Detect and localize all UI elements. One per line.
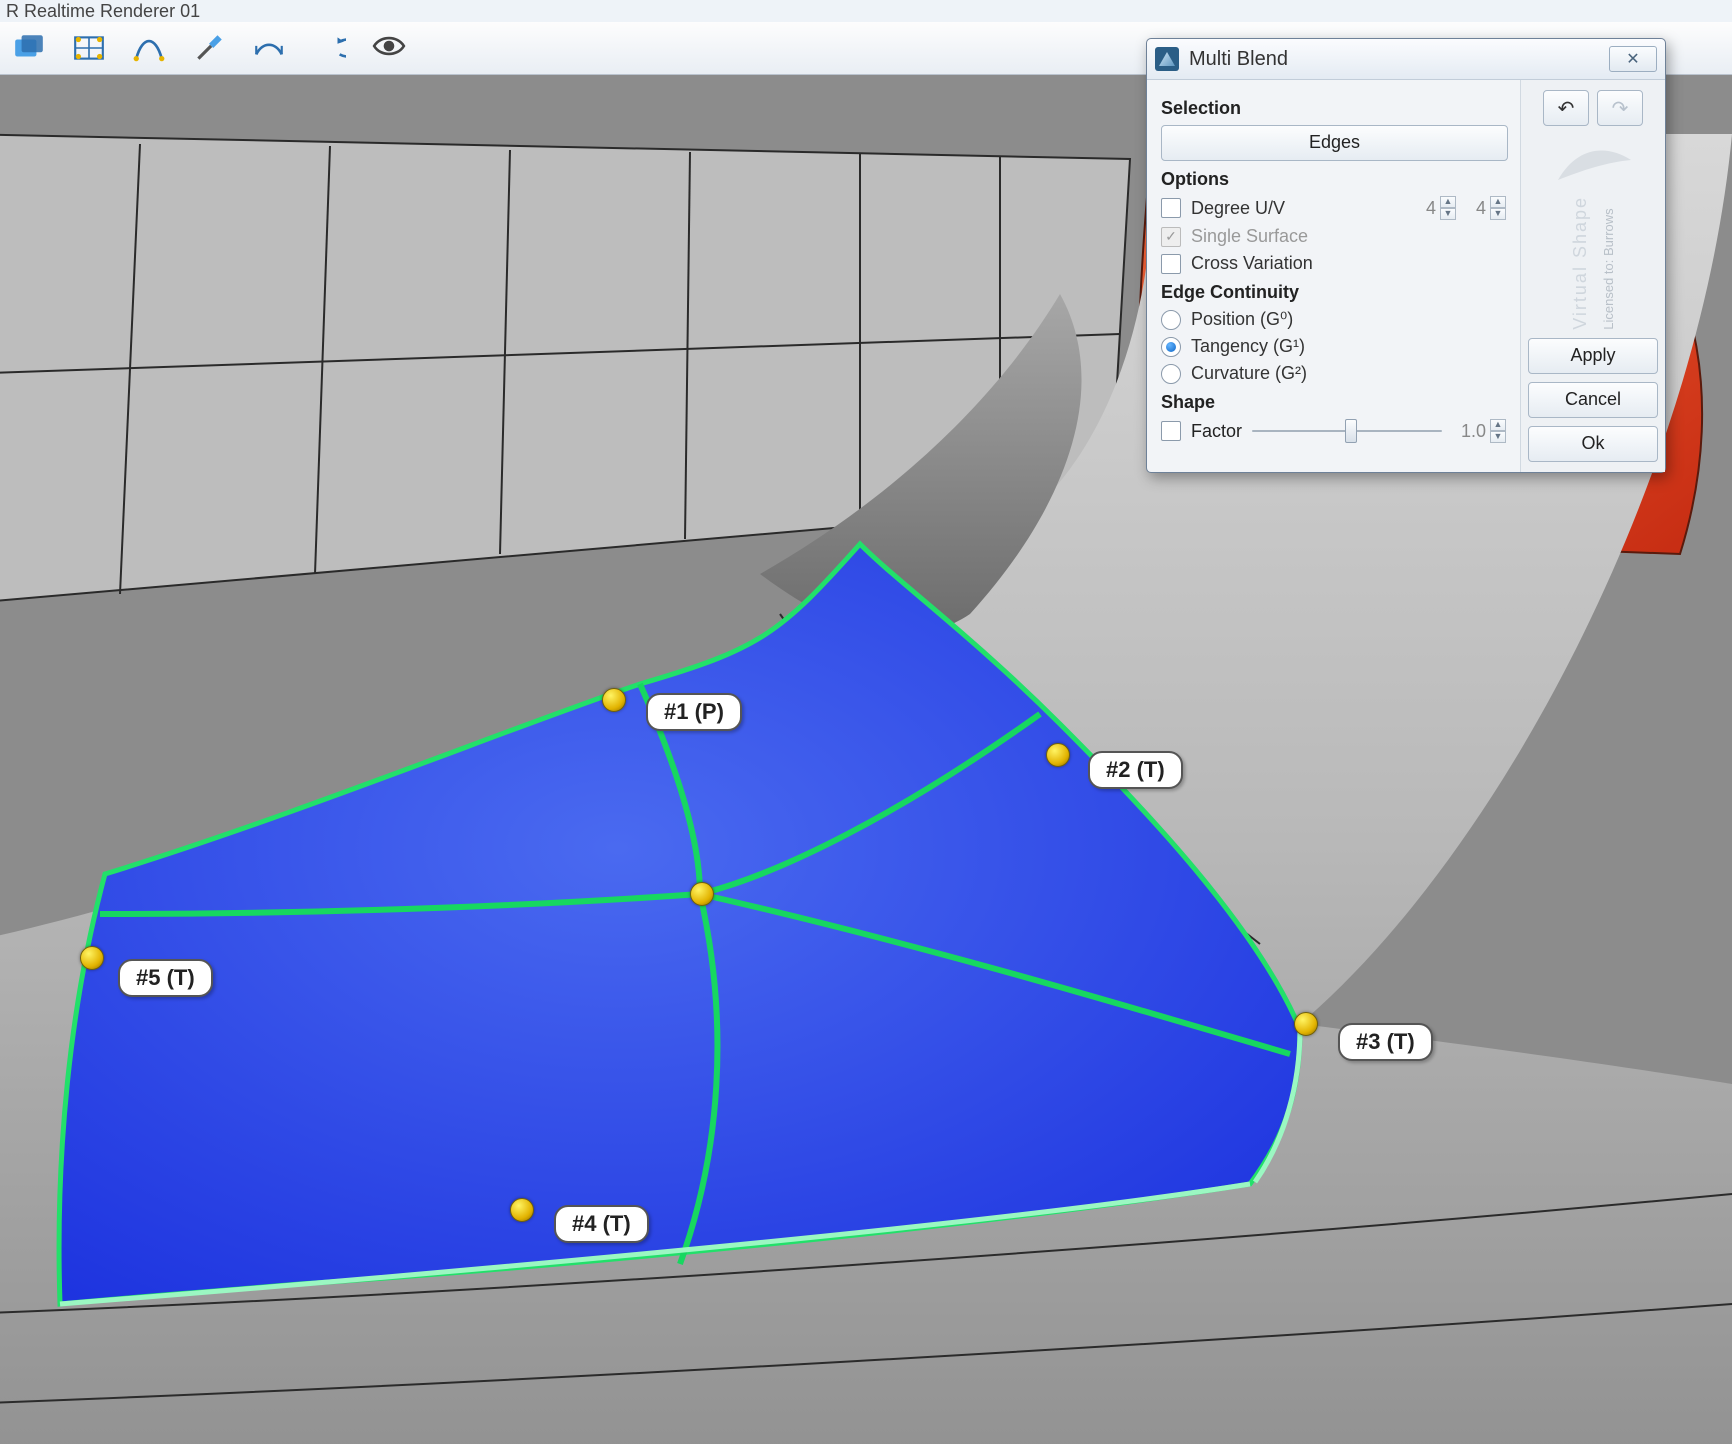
cross-variation-checkbox[interactable] [1161,254,1181,274]
dialog-title: Multi Blend [1189,48,1599,71]
factor-spinner[interactable]: 1.0 ▲▼ [1452,419,1506,443]
close-icon: ✕ [1626,49,1639,69]
edges-button[interactable]: Edges [1161,125,1508,161]
edge-handle-5[interactable] [80,946,104,970]
degree-v-spinner[interactable]: 4 ▲▼ [1462,196,1506,220]
tool-curve[interactable] [130,29,168,67]
redo-button[interactable]: ↷ [1597,90,1643,126]
edge-badge-2[interactable]: #2 (T) [1088,751,1183,789]
tool-probe[interactable] [190,29,228,67]
tool-sweep[interactable] [250,29,288,67]
edge-badge-3[interactable]: #3 (T) [1338,1023,1433,1061]
undo-button[interactable]: ↶ [1543,90,1589,126]
shape-section-label: Shape [1161,392,1506,413]
tool-visibility[interactable] [370,29,408,67]
redo-icon: ↷ [1612,96,1629,121]
factor-value: 1.0 [1452,421,1486,442]
edge-handle-4[interactable] [510,1198,534,1222]
selection-section-label: Selection [1161,98,1506,119]
continuity-position-row[interactable]: Position (G⁰) [1161,309,1506,330]
edge-badge-4[interactable]: #4 (T) [554,1205,649,1243]
ok-button[interactable]: Ok [1528,426,1658,462]
edge-handle-2[interactable] [1046,743,1070,767]
single-surface-label: Single Surface [1191,226,1308,247]
edge-badge-5[interactable]: #5 (T) [118,959,213,997]
cross-variation-label: Cross Variation [1191,253,1313,274]
dialog-app-icon [1155,47,1179,71]
eye-icon [372,29,406,68]
continuity-tangency-row[interactable]: Tangency (G¹) [1161,336,1506,357]
tool-revolve[interactable] [310,29,348,67]
chevron-down-icon[interactable]: ▼ [1490,208,1506,220]
dialog-titlebar[interactable]: Multi Blend ✕ [1147,39,1665,80]
close-button[interactable]: ✕ [1609,46,1657,72]
edge-continuity-section-label: Edge Continuity [1161,282,1506,303]
chevron-up-icon[interactable]: ▲ [1490,196,1506,208]
edge-handle-center[interactable] [690,882,714,906]
brand-swoosh-icon [1553,140,1633,190]
degree-row: Degree U/V 4 ▲▼ 4 ▲▼ [1161,196,1506,220]
undo-icon: ↶ [1558,96,1575,121]
chevron-up-icon[interactable]: ▲ [1440,196,1456,208]
degree-v-value: 4 [1462,198,1486,219]
continuity-position-radio[interactable] [1161,310,1181,330]
apply-button[interactable]: Apply [1528,338,1658,374]
continuity-tangency-label: Tangency (G¹) [1191,336,1305,357]
single-surface-row: ✓ Single Surface [1161,226,1506,247]
tool-patch[interactable] [70,29,108,67]
multiblend-dialog: Multi Blend ✕ Selection Edges Options De… [1146,38,1666,473]
chevron-up-icon[interactable]: ▲ [1490,419,1506,431]
degree-u-spinner[interactable]: 4 ▲▼ [1412,196,1456,220]
edge-badge-1[interactable]: #1 (P) [646,693,742,731]
factor-slider[interactable] [1252,430,1442,432]
factor-row: Factor 1.0 ▲▼ [1161,419,1506,443]
tool-surface[interactable] [10,29,48,67]
continuity-curvature-label: Curvature (G²) [1191,363,1307,384]
dialog-main: Selection Edges Options Degree U/V 4 ▲▼ … [1147,80,1520,472]
continuity-tangency-radio[interactable] [1161,337,1181,357]
degree-u-value: 4 [1412,198,1436,219]
cancel-button[interactable]: Cancel [1528,382,1658,418]
brand-text: Virtual Shape [1570,196,1591,330]
factor-slider-thumb[interactable] [1345,419,1357,443]
single-surface-checkbox: ✓ [1161,227,1181,247]
brand-area: Virtual Shape Licensed to: Burrows [1529,134,1657,330]
window-titlebar: R Realtime Renderer 01 [0,0,1732,23]
window-title: R Realtime Renderer 01 [6,1,200,21]
chevron-down-icon[interactable]: ▼ [1490,431,1506,443]
chevron-down-icon[interactable]: ▼ [1440,208,1456,220]
degree-checkbox[interactable] [1161,198,1181,218]
factor-checkbox[interactable] [1161,421,1181,441]
continuity-curvature-row[interactable]: Curvature (G²) [1161,363,1506,384]
edge-handle-3[interactable] [1294,1012,1318,1036]
degree-label: Degree U/V [1191,198,1285,219]
dialog-side: ↶ ↷ Virtual Shape Licensed to: Burrows A… [1520,80,1665,472]
factor-label: Factor [1191,421,1242,442]
edge-handle-1[interactable] [602,688,626,712]
continuity-curvature-radio[interactable] [1161,364,1181,384]
continuity-position-label: Position (G⁰) [1191,309,1293,330]
cross-variation-row: Cross Variation [1161,253,1506,274]
options-section-label: Options [1161,169,1506,190]
license-text: Licensed to: Burrows [1601,196,1616,330]
